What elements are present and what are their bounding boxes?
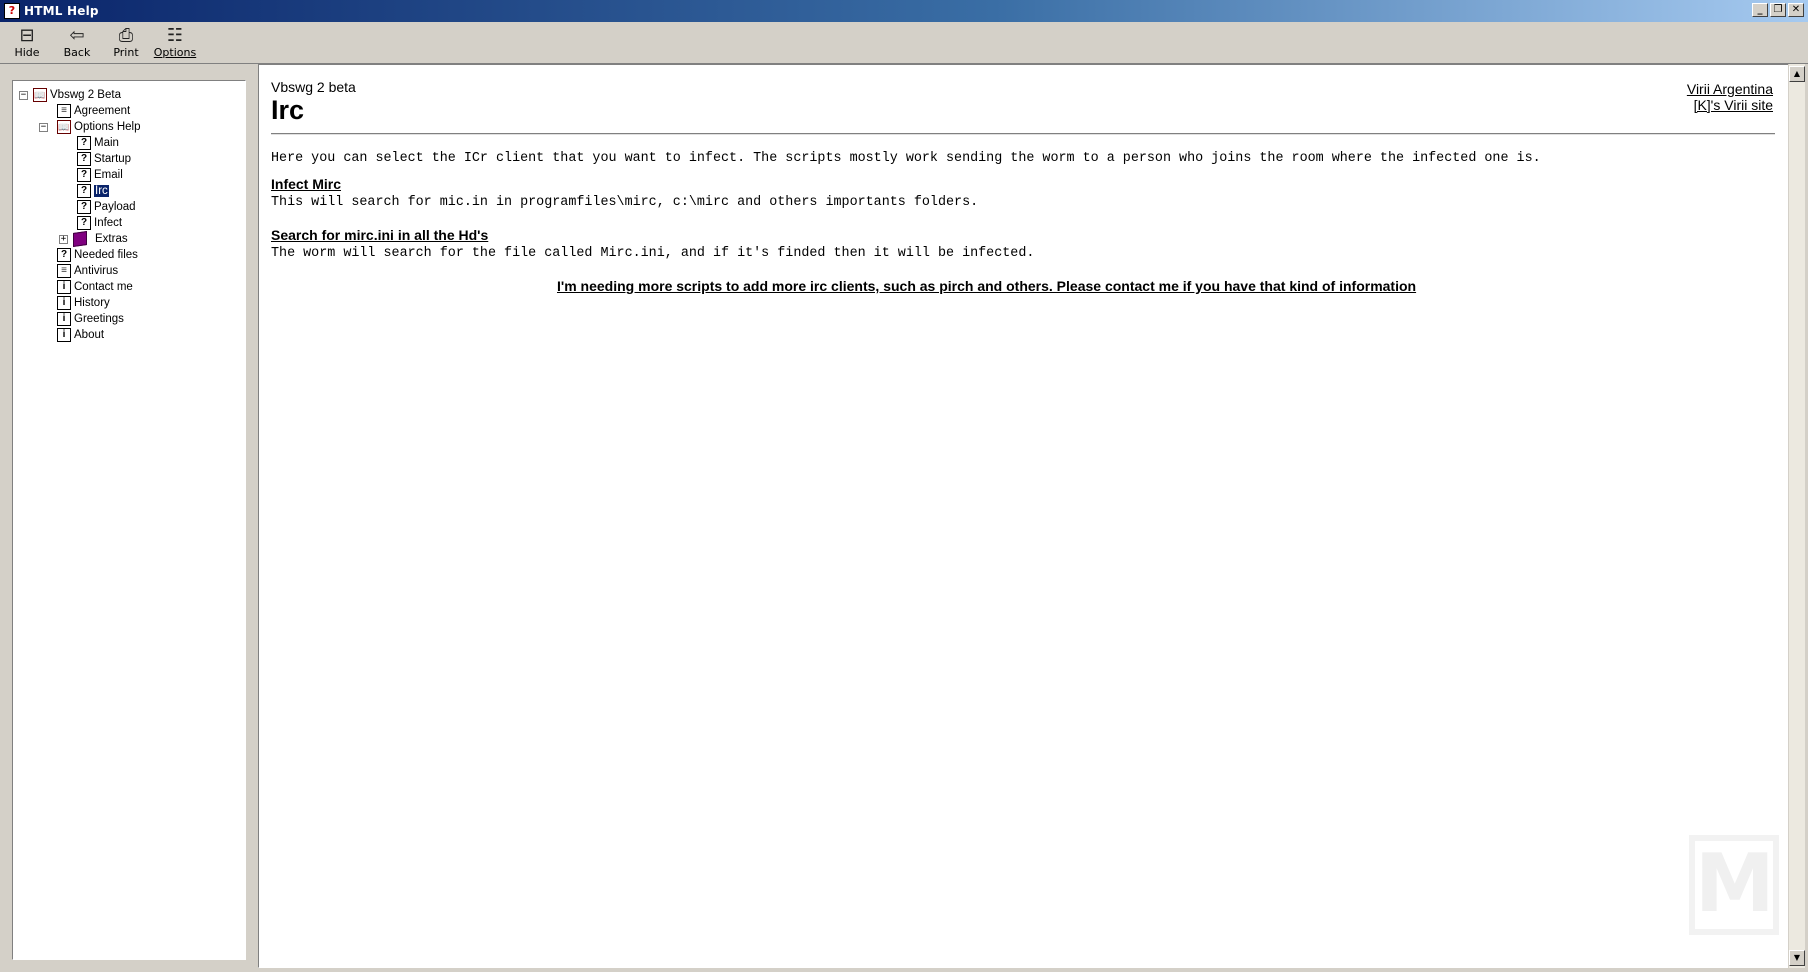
restore-button[interactable]: ❐ — [1770, 3, 1786, 17]
close-button[interactable]: ✕ — [1788, 3, 1804, 17]
help-page-icon: ? — [77, 168, 91, 182]
tree-item-extras[interactable]: Extras — [73, 231, 128, 247]
open-book-icon: 📖 — [57, 120, 71, 134]
print-button[interactable]: ⎙ Print — [103, 26, 149, 62]
window-controls: _ ❐ ✕ — [1752, 3, 1804, 17]
tree-item-irc[interactable]: ? Irc — [77, 183, 109, 199]
printer-icon: ⎙ — [118, 25, 134, 46]
minimize-button[interactable]: _ — [1752, 3, 1768, 17]
section-search-mirc-text: The worm will search for the file called… — [271, 246, 1035, 261]
topic-content-pane: Vbswg 2 beta Irc Virii Argentina [K]'s V… — [258, 64, 1790, 968]
tree-item-contact-me[interactable]: i Contact me — [57, 279, 133, 295]
tree-item-payload[interactable]: ? Payload — [77, 199, 136, 215]
watermark-logo: M — [1689, 835, 1779, 935]
expand-icon[interactable]: + — [59, 235, 68, 244]
tree-item-agreement[interactable]: ≡ Agreement — [57, 103, 130, 119]
info-page-icon: i — [57, 296, 71, 310]
tree-item-infect[interactable]: ? Infect — [77, 215, 122, 231]
collapse-icon[interactable]: − — [19, 91, 28, 100]
content-scrollbar[interactable]: ▲ ▼ — [1788, 64, 1805, 968]
scroll-up-icon[interactable]: ▲ — [1789, 66, 1805, 82]
print-label: Print — [113, 46, 139, 59]
help-book-icon: ? — [4, 3, 20, 19]
header-divider — [271, 133, 1775, 135]
page-title: Irc — [271, 95, 305, 125]
hide-button[interactable]: ⊟ Hide — [4, 26, 50, 62]
page-icon: ≡ — [57, 104, 71, 118]
page-icon: ≡ — [57, 264, 71, 278]
options-label: Options — [153, 46, 197, 59]
tree-item-needed-files[interactable]: ? Needed files — [57, 247, 138, 263]
options-icon: ☷ — [166, 25, 184, 46]
options-button[interactable]: ☷ Options — [152, 26, 198, 62]
tree-item-antivirus[interactable]: ≡ Antivirus — [57, 263, 118, 279]
virii-argentina-link[interactable]: Virii Argentina — [1687, 81, 1773, 97]
window-title: HTML Help — [24, 4, 99, 18]
tree-item-about[interactable]: i About — [57, 327, 104, 343]
tree-item-options-help[interactable]: 📖 Options Help — [57, 119, 140, 135]
section-search-mirc-title: Search for mirc.ini in all the Hd's — [271, 227, 489, 243]
toolbar: ⊟ Hide ⇦ Back ⎙ Print ☷ Options — [0, 22, 1808, 64]
info-page-icon: i — [57, 312, 71, 326]
tree-item-main[interactable]: ? Main — [77, 135, 119, 151]
help-page-icon: ? — [77, 200, 91, 214]
scroll-down-icon[interactable]: ▼ — [1789, 950, 1805, 966]
help-page-icon: ? — [77, 136, 91, 150]
help-page-icon: ? — [77, 152, 91, 166]
section-infect-mirc-title: Infect Mirc — [271, 176, 342, 192]
tree-item-email[interactable]: ? Email — [77, 167, 123, 183]
section-infect-mirc-text: This will search for mic.in in programfi… — [271, 195, 979, 210]
open-book-icon: 📖 — [33, 88, 47, 102]
k-virii-site-link[interactable]: [K]'s Virii site — [1687, 97, 1773, 113]
help-page-icon: ? — [77, 184, 91, 198]
top-links: Virii Argentina [K]'s Virii site — [1687, 81, 1773, 113]
closed-book-icon — [73, 231, 87, 247]
contents-tree-pane[interactable]: − 📖 Vbswg 2 Beta ≡ Agreement − 📖 Options… — [12, 80, 246, 960]
title-bar[interactable]: ? HTML Help _ ❐ ✕ — [0, 0, 1808, 22]
pane-splitter[interactable] — [246, 64, 258, 972]
intro-text: Here you can select the ICr client that … — [271, 151, 1541, 166]
contact-note: I'm needing more scripts to add more irc… — [557, 278, 1417, 294]
page-header-small: Vbswg 2 beta — [271, 79, 356, 95]
back-arrow-icon: ⇦ — [69, 25, 85, 46]
info-page-icon: i — [57, 328, 71, 342]
tree-item-startup[interactable]: ? Startup — [77, 151, 131, 167]
back-label: Back — [63, 46, 91, 59]
tree-item-root[interactable]: 📖 Vbswg 2 Beta — [33, 87, 121, 103]
hide-label: Hide — [14, 46, 40, 59]
hide-pane-icon: ⊟ — [19, 25, 35, 46]
back-button[interactable]: ⇦ Back — [54, 26, 100, 62]
help-page-icon: ? — [57, 248, 71, 262]
help-page-icon: ? — [77, 216, 91, 230]
tree-item-greetings[interactable]: i Greetings — [57, 311, 124, 327]
info-page-icon: i — [57, 280, 71, 294]
collapse-icon[interactable]: − — [39, 123, 48, 132]
tree-item-history[interactable]: i History — [57, 295, 110, 311]
